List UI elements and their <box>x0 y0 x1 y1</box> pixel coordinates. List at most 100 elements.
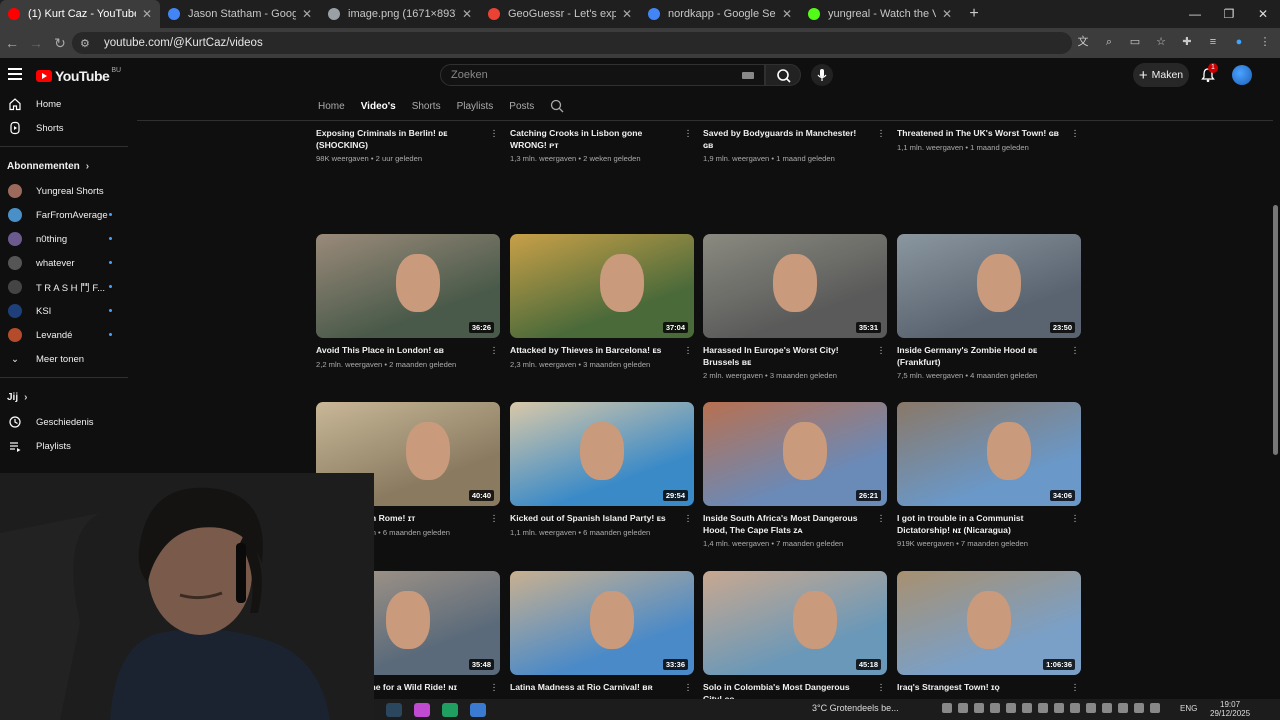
more-actions-icon[interactable]: · · · <box>492 511 496 527</box>
cast-icon[interactable]: ▭ <box>1128 34 1142 50</box>
channel-tab[interactable]: Shorts <box>412 101 441 112</box>
notifications-button[interactable]: 1 <box>1199 63 1218 84</box>
translate-icon[interactable]: 文 <box>1076 34 1090 50</box>
forward-icon[interactable]: → <box>24 35 48 51</box>
zoom-icon[interactable]: ⌕ <box>1102 34 1116 50</box>
tray-icon[interactable] <box>1102 703 1112 713</box>
video-title[interactable]: Kicked out of Spanish Island Party! ᴇs <box>510 513 694 525</box>
more-actions-icon[interactable]: · · · <box>879 343 883 359</box>
tray-icon[interactable] <box>1086 703 1096 713</box>
more-actions-icon[interactable]: · · · <box>1073 680 1077 696</box>
sidebar-item[interactable]: Levandé <box>0 323 130 347</box>
close-tab-icon[interactable]: ✕ <box>782 7 792 21</box>
browser-tab[interactable]: GeoGuessr - Let's explore the w ✕ <box>480 0 640 28</box>
video-thumbnail[interactable]: 1:06:36 <box>897 571 1081 675</box>
browser-tab[interactable]: image.png (1671×893) ✕ <box>320 0 480 28</box>
menu-dots-icon[interactable]: ⋮ <box>1258 34 1272 50</box>
tray-icon[interactable] <box>1038 703 1048 713</box>
tray-icon[interactable] <box>1070 703 1080 713</box>
more-actions-icon[interactable]: · · · <box>492 680 496 696</box>
video-thumbnail[interactable]: 36:26 <box>316 234 500 338</box>
you-header[interactable]: Jij › <box>0 384 130 410</box>
search-button[interactable] <box>765 64 801 86</box>
more-actions-icon[interactable]: · · · <box>686 511 690 527</box>
close-tab-icon[interactable]: ✕ <box>622 7 632 21</box>
video-card[interactable]: 29:54 Kicked out of Spanish Island Party!… <box>510 402 694 537</box>
video-title[interactable]: Attacked by Thieves in Barcelona! ᴇs <box>510 345 694 357</box>
video-title[interactable]: I got in trouble in a Communist Dictator… <box>897 513 1081 536</box>
channel-tab[interactable]: Video's <box>361 101 396 112</box>
profile-icon[interactable]: ● <box>1232 34 1246 50</box>
sidebar-item[interactable]: n0thing <box>0 227 130 251</box>
more-actions-icon[interactable]: · · · <box>686 680 690 696</box>
channel-tab[interactable]: Playlists <box>457 101 494 112</box>
sidebar-item[interactable]: Playlists <box>0 434 130 458</box>
keyboard-icon[interactable] <box>742 72 754 79</box>
video-thumbnail[interactable]: 26:21 <box>703 402 887 506</box>
reload-icon[interactable]: ↻ <box>48 35 72 52</box>
video-title[interactable]: Saved by Bodyguards in Manchester! ɢʙ <box>703 128 887 151</box>
channel-tab[interactable]: Posts <box>509 101 534 112</box>
video-card[interactable]: 36:26 Avoid This Place in London! ɢʙ 2,2 m… <box>316 234 500 369</box>
video-thumbnail[interactable]: 35:31 <box>703 234 887 338</box>
close-tab-icon[interactable]: ✕ <box>302 7 312 21</box>
video-title[interactable]: Inside South Africa's Most Dangerous Hoo… <box>703 513 887 536</box>
video-thumbnail[interactable]: 45:18 <box>703 571 887 675</box>
sidebar-item[interactable]: KSI <box>0 299 130 323</box>
weather-widget[interactable]: 3°C Grotendeels be... <box>812 703 899 713</box>
subscriptions-header[interactable]: Abonnementen › <box>0 153 130 179</box>
more-actions-icon[interactable]: · · · <box>492 126 496 142</box>
video-card[interactable]: 1:06:36 Iraq's Strangest Town! ɪǫ · · · <box>897 571 1081 697</box>
scrollbar[interactable] <box>1270 121 1280 697</box>
video-card[interactable]: 45:18Solo in Colombia's Most Dangerous C… <box>703 571 887 708</box>
browser-tab[interactable]: yungreal - Watch the VOD on K ✕ <box>800 0 960 28</box>
more-actions-icon[interactable]: · · · <box>1073 511 1077 527</box>
sidebar-item[interactable]: Home <box>0 92 130 116</box>
more-actions-icon[interactable]: · · · <box>686 343 690 359</box>
video-title[interactable]: Avoid This Place in London! ɢʙ <box>316 345 500 357</box>
video-thumbnail[interactable]: 23:50 <box>897 234 1081 338</box>
hamburger-menu-icon[interactable] <box>8 68 22 83</box>
browser-tab[interactable]: Jason Statham - Google Search ✕ <box>160 0 320 28</box>
create-button[interactable]: + Maken <box>1133 63 1189 87</box>
channel-search-icon[interactable] <box>550 99 564 113</box>
steam-icon[interactable] <box>386 702 402 717</box>
more-actions-icon[interactable]: · · · <box>686 126 690 142</box>
back-icon[interactable]: ← <box>0 35 24 51</box>
video-card[interactable]: 37:04 Attacked by Thieves in Barcelona! ᴇ… <box>510 234 694 369</box>
search-box[interactable] <box>440 64 765 86</box>
video-card[interactable]: 33:36 Latina Madness at Rio Carnival! ʙʀ ·… <box>510 571 694 697</box>
close-tab-icon[interactable]: ✕ <box>942 7 952 21</box>
browser-tab[interactable]: (1) Kurt Caz - YouTube ✕ <box>0 0 160 28</box>
tray-icon[interactable] <box>942 703 952 713</box>
app-icon[interactable] <box>414 702 430 717</box>
tray-icon[interactable] <box>1134 703 1144 713</box>
clock[interactable]: 19:07 29/12/2025 <box>1210 700 1250 718</box>
more-actions-icon[interactable]: · · · <box>879 680 883 696</box>
address-bar[interactable]: ⚙ youtube.com/@KurtCaz/videos <box>72 32 1072 54</box>
search-input[interactable] <box>451 69 731 81</box>
bookmark-star-icon[interactable]: ☆ <box>1154 34 1168 50</box>
video-thumbnail[interactable]: 37:04 <box>510 234 694 338</box>
video-title[interactable]: Catching Crooks in Lisbon gone WRONG! ᴘᴛ <box>510 128 694 151</box>
more-actions-icon[interactable]: · · · <box>879 511 883 527</box>
scrollbar-thumb[interactable] <box>1273 205 1278 455</box>
language-indicator[interactable]: ENG <box>1180 704 1197 713</box>
video-title[interactable]: Exposing Criminals in Berlin! ᴅᴇ (SHOCKI… <box>316 128 500 151</box>
tray-icon[interactable] <box>1022 703 1032 713</box>
video-title[interactable]: Iraq's Strangest Town! ɪǫ <box>897 682 1081 694</box>
video-title[interactable]: Threatened in The UK's Worst Town! ɢʙ <box>897 128 1081 140</box>
sidebar-item[interactable]: Yungreal Shorts <box>0 179 130 203</box>
video-card[interactable]: 23:50 Inside Germany's Zombie Hood ᴅᴇ (Fr… <box>897 234 1081 380</box>
more-actions-icon[interactable]: · · · <box>1073 126 1077 142</box>
video-title[interactable]: Harassed In Europe's Worst City! Brussel… <box>703 345 887 368</box>
video-title[interactable]: Inside Germany's Zombie Hood ᴅᴇ (Frankfu… <box>897 345 1081 368</box>
more-actions-icon[interactable]: · · · <box>879 126 883 142</box>
video-thumbnail[interactable]: 34:06 <box>897 402 1081 506</box>
extensions-icon[interactable]: ✚ <box>1180 34 1194 50</box>
close-window-icon[interactable]: ✕ <box>1246 0 1280 28</box>
video-title[interactable]: Latina Madness at Rio Carnival! ʙʀ <box>510 682 694 694</box>
app-icon[interactable] <box>470 702 486 717</box>
minimize-icon[interactable]: — <box>1178 0 1212 28</box>
sidebar-item[interactable]: T R A S H 鬥 F... <box>0 275 130 299</box>
